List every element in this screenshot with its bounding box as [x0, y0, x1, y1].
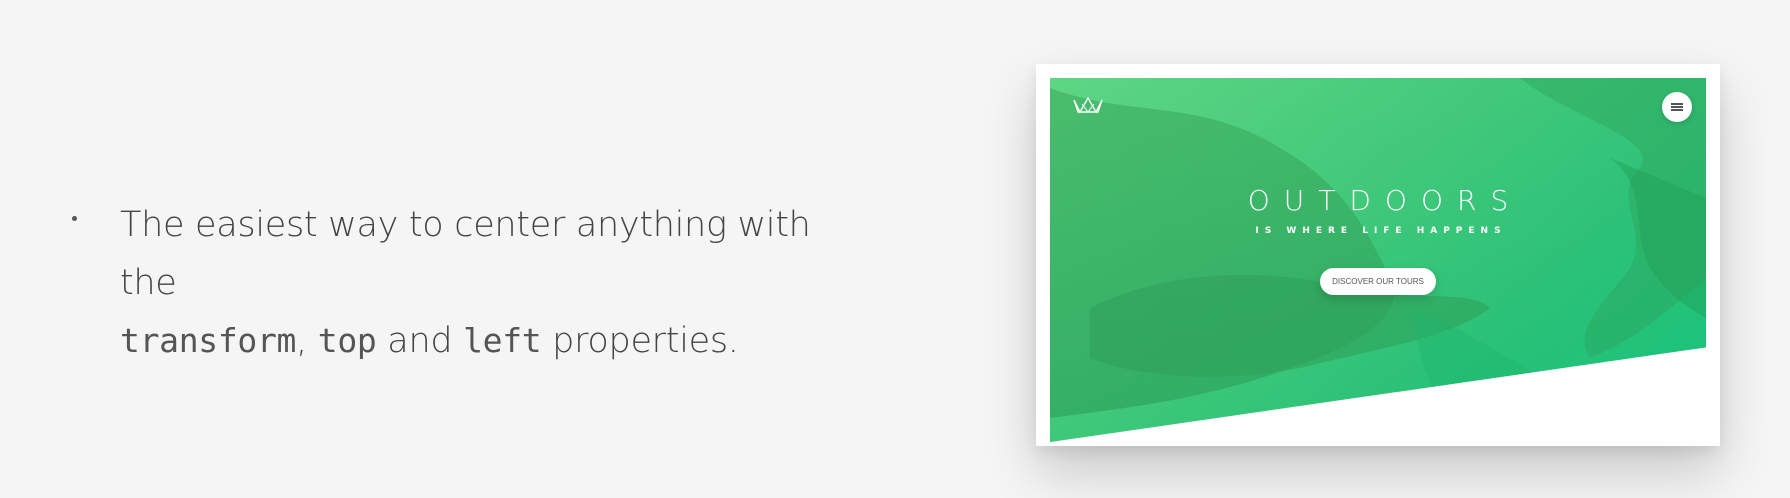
bullet-text-outro: properties. [541, 321, 739, 361]
hero-subtitle: IS WHERE LIFE HAPPENS [1255, 226, 1507, 236]
crown-logo-icon[interactable] [1072, 94, 1104, 116]
and-word: and [376, 321, 464, 361]
code-transform: transform [120, 321, 297, 360]
hero-landscape-image [1050, 78, 1706, 442]
slide: The easiest way to center anything with … [0, 0, 1790, 498]
discover-tours-button[interactable]: DISCOVER OUR TOURS [1320, 268, 1436, 295]
code-top: top [317, 321, 377, 360]
hero-title: OUTDOORS [1247, 184, 1523, 217]
bullet-dot [72, 216, 77, 221]
code-left: left [463, 321, 542, 360]
comma-separator: , [296, 321, 318, 361]
website-preview-card: OUTDOORS IS WHERE LIFE HAPPENS DISCOVER … [1036, 64, 1720, 446]
hamburger-menu-icon [1671, 103, 1683, 111]
menu-button[interactable] [1662, 92, 1692, 122]
bullet-text-intro: The easiest way to center anything with … [120, 205, 811, 303]
hero-section: OUTDOORS IS WHERE LIFE HAPPENS DISCOVER … [1050, 78, 1706, 442]
bullet-text: The easiest way to center anything with … [120, 196, 860, 370]
